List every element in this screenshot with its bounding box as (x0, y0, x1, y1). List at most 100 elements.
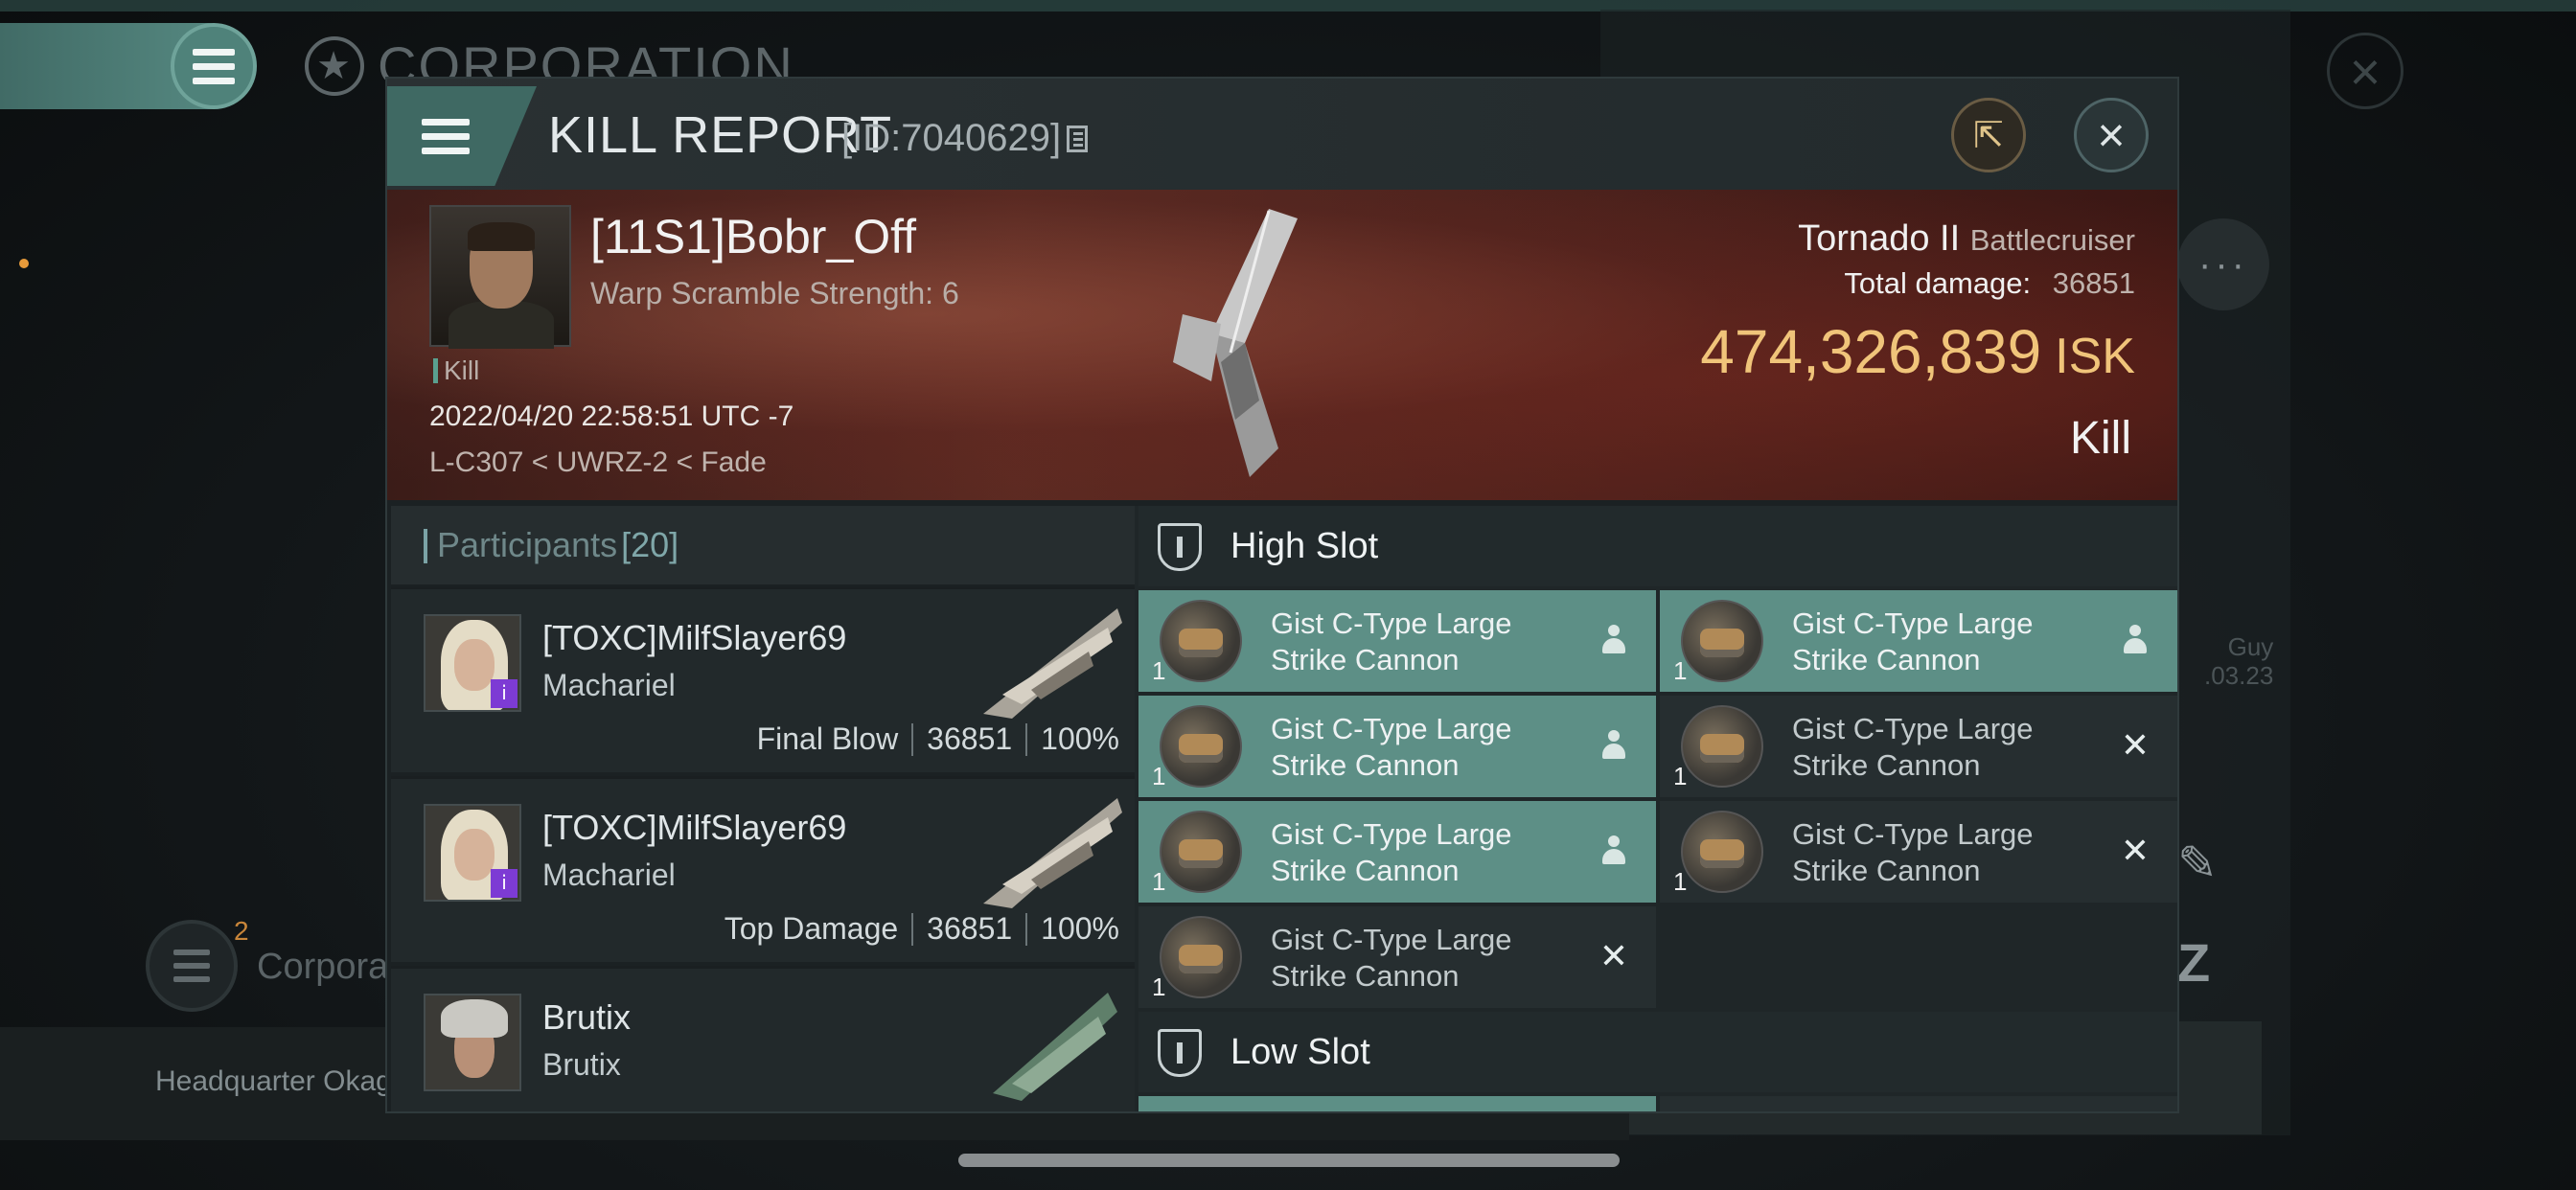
ship-name[interactable]: Tornado II (1798, 218, 1960, 259)
participant-row[interactable]: ⅰ [TOXC]MilfSlayer69 Machariel Top Damag… (391, 776, 1135, 962)
kill-report-window: KILL REPORT [ID:7040629] ⇱ × [11S1]Bobr_… (385, 77, 2179, 1113)
high-slot-label: High Slot (1230, 525, 1379, 566)
module-quantity: 1 (1673, 867, 1688, 896)
module-quantity: 1 (1152, 867, 1166, 896)
edit-icon[interactable]: ✎ (2177, 835, 2218, 891)
participant-percent: 100% (1041, 721, 1119, 756)
isk-value: 474,326,839 (1700, 317, 2042, 386)
low-slot-icon (1158, 1029, 1202, 1077)
module-quantity: 1 (1673, 656, 1688, 685)
warp-scramble-strength: Warp Scramble Strength: 6 (590, 276, 959, 310)
module-item[interactable]: 1 Gist C-Type Large Strike Cannon ✕ (1660, 801, 2177, 903)
participant-ship-image (983, 798, 1122, 908)
background-close-icon[interactable]: × (2327, 33, 2404, 109)
dropped-person-icon (1593, 724, 1635, 767)
module-quantity: 1 (1673, 762, 1688, 790)
module-quantity: 1 (1152, 973, 1166, 1001)
copy-icon[interactable] (1067, 125, 1089, 152)
module-name: Gist C-Type Large Strike Cannon (1271, 712, 1512, 782)
hamburger-icon (173, 950, 210, 982)
module-item[interactable]: 1 Gist C-Type Large Strike Cannon ✕ (1660, 696, 2177, 797)
corporation-menu-button[interactable] (146, 920, 238, 1012)
participant-avatar[interactable] (424, 994, 521, 1091)
total-damage-value: 36851 (2052, 266, 2135, 300)
victim-name[interactable]: [11S1]Bobr_Off (590, 209, 916, 264)
module-item[interactable]: 1 Gist C-Type Large Strike Cannon (1138, 590, 1656, 692)
participant-ship: Brutix (542, 1047, 621, 1082)
total-damage-line: Total damage: 36851 (1844, 266, 2135, 301)
headquarter-text: Headquarter Okag (155, 1065, 392, 1097)
external-link-icon: ⇱ (1973, 115, 2004, 156)
module-item[interactable]: 1 Gist C-Type Large Strike Cannon (1138, 801, 1656, 903)
module-item[interactable]: 1 Gist C-Type Large Strike Cannon ✕ (1138, 906, 1656, 1008)
high-slot-header: High Slot (1138, 506, 2177, 586)
sleep-settings-icon[interactable]: Z (2177, 931, 2210, 994)
module-item[interactable]: 1 Gist C-Type Large Strike Cannon (1138, 696, 1656, 797)
module-quantity: 1 (1152, 656, 1166, 685)
victim-avatar[interactable] (429, 205, 571, 349)
participant-role: Top Damage (724, 911, 899, 946)
participant-ship-image (993, 993, 1117, 1101)
cannon-icon (1681, 811, 1763, 893)
background-side-text: Guy .03.23 (2204, 632, 2274, 690)
star-icon: ★ (305, 35, 364, 96)
fitting-panel: High Slot 1 Gist C-Type Large Strike Cann… (1135, 506, 2177, 1111)
high-slot-icon (1158, 523, 1202, 571)
isk-unit: ISK (2055, 329, 2135, 384)
participants-count: [20] (621, 525, 679, 564)
victim-ship-image[interactable] (1154, 199, 1326, 487)
share-button[interactable]: ⇱ (1951, 98, 2026, 172)
kill-datetime: 2022/04/20 22:58:51 UTC -7 (429, 400, 794, 432)
corporation-label: Corpora (257, 947, 389, 987)
alpha-badge-icon: ⅰ (491, 679, 518, 708)
module-quantity: 1 (1152, 762, 1166, 790)
low-slot-label: Low Slot (1230, 1031, 1370, 1072)
kill-outcome: Kill (2069, 413, 2131, 464)
participant-stats: Final Blow 36851 100% (757, 721, 1119, 757)
close-button[interactable]: × (2074, 98, 2149, 172)
kill-report-id[interactable]: [ID:7040629] (841, 117, 1089, 160)
close-icon: × (2097, 108, 2126, 162)
participant-stats: Top Damage 36851 100% (724, 911, 1119, 947)
module-name: Gist C-Type Large Strike Cannon (1792, 712, 2034, 782)
participant-damage: 36851 (927, 721, 1013, 756)
cannon-icon (1160, 916, 1242, 998)
module-item-partial[interactable] (1138, 1096, 1656, 1111)
participant-percent: 100% (1041, 911, 1119, 946)
module-name: Gist C-Type Large Strike Cannon (1271, 923, 1512, 993)
ship-class: Battlecruiser (1969, 223, 2135, 257)
main-menu-button[interactable] (171, 23, 257, 109)
module-name: Gist C-Type Large Strike Cannon (1792, 817, 2034, 887)
participant-avatar[interactable]: ⅰ (424, 804, 521, 902)
cannon-icon (1160, 811, 1242, 893)
report-id-text: [ID:7040629] (841, 117, 1062, 159)
module-item-partial[interactable] (1660, 1096, 2177, 1111)
low-slot-header: Low Slot (1138, 1012, 2177, 1092)
participants-header: Participants [20] (391, 506, 1135, 584)
more-options-icon[interactable]: ··· (2177, 218, 2269, 310)
cannon-icon (1681, 600, 1763, 682)
module-item[interactable]: 1 Gist C-Type Large Strike Cannon (1660, 590, 2177, 692)
total-damage-label: Total damage: (1844, 266, 2032, 300)
victim-banner: [11S1]Bobr_Off Warp Scramble Strength: 6… (387, 190, 2177, 500)
alpha-badge-icon: ⅰ (491, 869, 518, 898)
cannon-icon (1681, 705, 1763, 788)
participant-ship: Machariel (542, 668, 676, 702)
participant-name: [TOXC]MilfSlayer69 (542, 808, 847, 847)
isk-value-line: 474,326,839 ISK (1700, 316, 2135, 387)
cannon-icon (1160, 600, 1242, 682)
module-name: Gist C-Type Large Strike Cannon (1271, 606, 1512, 676)
dropped-person-icon (2114, 619, 2156, 661)
participant-ship-image (983, 608, 1122, 719)
dropped-person-icon (1593, 619, 1635, 661)
kill-tag: Kill (433, 357, 479, 384)
notification-dot (19, 259, 29, 268)
destroyed-x-icon: ✕ (2120, 725, 2150, 765)
participant-row[interactable]: Brutix Brutix (391, 966, 1135, 1111)
participant-row[interactable]: ⅰ [TOXC]MilfSlayer69 Machariel Final Blo… (391, 586, 1135, 772)
participant-avatar[interactable]: ⅰ (424, 614, 521, 712)
corporation-badge: 2 (234, 916, 249, 946)
home-indicator[interactable] (958, 1154, 1620, 1167)
destroyed-x-icon: ✕ (2120, 831, 2150, 870)
kill-location[interactable]: L-C307 < UWRZ-2 < Fade (429, 446, 767, 479)
